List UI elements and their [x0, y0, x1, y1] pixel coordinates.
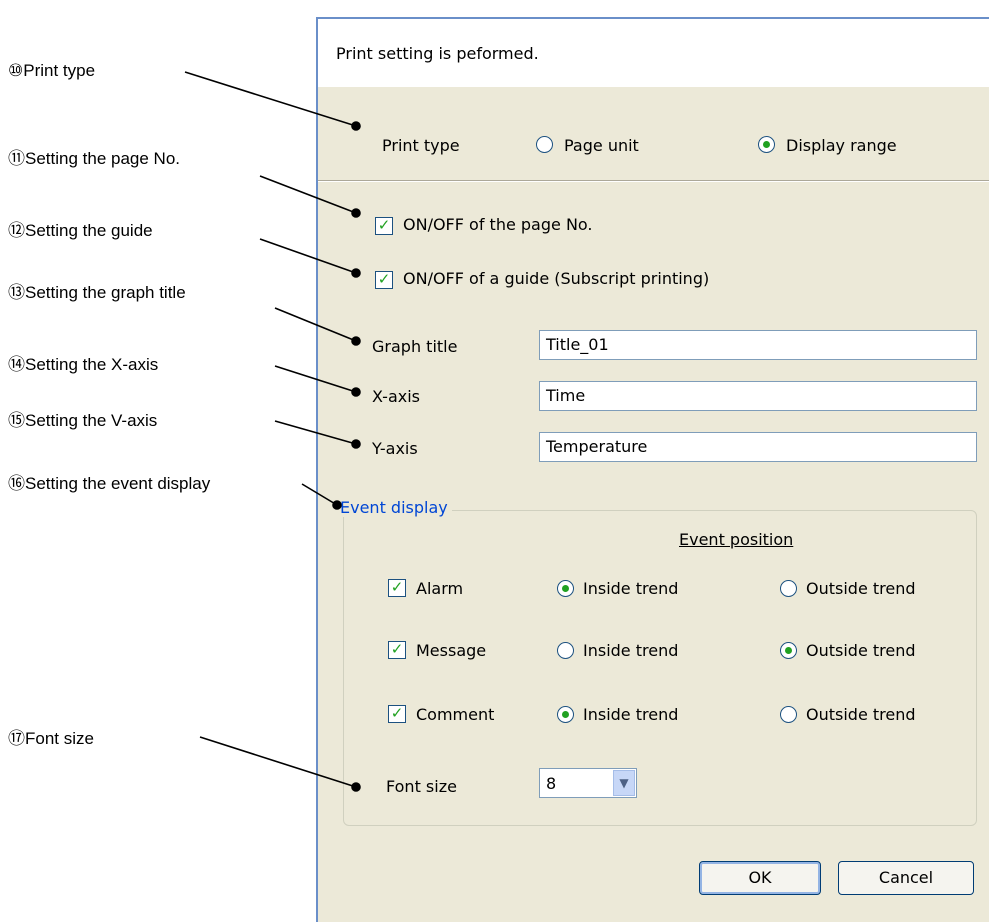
font-size-value: 8: [546, 774, 557, 793]
graph-title-label: Graph title: [372, 337, 458, 356]
y-axis-input[interactable]: Temperature: [539, 432, 977, 462]
x-axis-label: X-axis: [372, 387, 420, 406]
callout-print-type: ⑩Print type: [8, 61, 96, 80]
callout-x-axis: ⑭Setting the X-axis: [8, 355, 159, 374]
callout-guide: ⑫Setting the guide: [8, 221, 153, 240]
radio-page-unit[interactable]: [536, 136, 553, 153]
event-position-header: Event position: [679, 530, 794, 549]
event-display-legend: Event display: [336, 498, 452, 517]
message-inside-label[interactable]: Inside trend: [583, 641, 678, 660]
callout-font-size: ⑰Font size: [8, 729, 94, 748]
chevron-down-icon[interactable]: ▼: [613, 770, 635, 796]
callout-page-no: ⑪Setting the page No.: [8, 149, 181, 168]
y-axis-label: Y-axis: [372, 439, 418, 458]
comment-checkbox[interactable]: ✓: [388, 705, 406, 723]
alarm-outside-label[interactable]: Outside trend: [806, 579, 916, 598]
separator: [318, 180, 989, 182]
alarm-outside-radio[interactable]: [780, 580, 797, 597]
x-axis-input[interactable]: Time: [539, 381, 977, 411]
guide-checkbox-label[interactable]: ON/OFF of a guide (Subscript printing): [403, 269, 709, 288]
comment-inside-label[interactable]: Inside trend: [583, 705, 678, 724]
print-settings-dialog: Print setting is peformed. Print type Pa…: [316, 17, 989, 922]
graph-title-input[interactable]: Title_01: [539, 330, 977, 360]
alarm-inside-label[interactable]: Inside trend: [583, 579, 678, 598]
message-outside-radio[interactable]: [780, 642, 797, 659]
comment-label[interactable]: Comment: [416, 705, 494, 724]
font-size-label: Font size: [386, 777, 457, 796]
callout-event-display: ⑯Setting the event display: [8, 474, 211, 493]
page-no-checkbox-label[interactable]: ON/OFF of the page No.: [403, 215, 593, 234]
page-no-checkbox[interactable]: ✓: [375, 217, 393, 235]
radio-page-unit-label[interactable]: Page unit: [564, 136, 639, 155]
font-size-select[interactable]: 8 ▼: [539, 768, 637, 798]
dialog-message: Print setting is peformed.: [336, 44, 539, 63]
ok-button[interactable]: OK: [699, 861, 821, 895]
alarm-checkbox[interactable]: ✓: [388, 579, 406, 597]
cancel-button[interactable]: Cancel: [838, 861, 974, 895]
comment-outside-label[interactable]: Outside trend: [806, 705, 916, 724]
radio-display-range-label[interactable]: Display range: [786, 136, 897, 155]
radio-display-range[interactable]: [758, 136, 775, 153]
message-outside-label[interactable]: Outside trend: [806, 641, 916, 660]
guide-checkbox[interactable]: ✓: [375, 271, 393, 289]
message-inside-radio[interactable]: [557, 642, 574, 659]
print-type-label: Print type: [382, 136, 460, 155]
alarm-inside-radio[interactable]: [557, 580, 574, 597]
message-label[interactable]: Message: [416, 641, 486, 660]
message-checkbox[interactable]: ✓: [388, 641, 406, 659]
alarm-label[interactable]: Alarm: [416, 579, 463, 598]
callout-graph-title: ⑬Setting the graph title: [8, 283, 186, 302]
comment-outside-radio[interactable]: [780, 706, 797, 723]
comment-inside-radio[interactable]: [557, 706, 574, 723]
callout-v-axis: ⑮Setting the V-axis: [8, 411, 158, 430]
